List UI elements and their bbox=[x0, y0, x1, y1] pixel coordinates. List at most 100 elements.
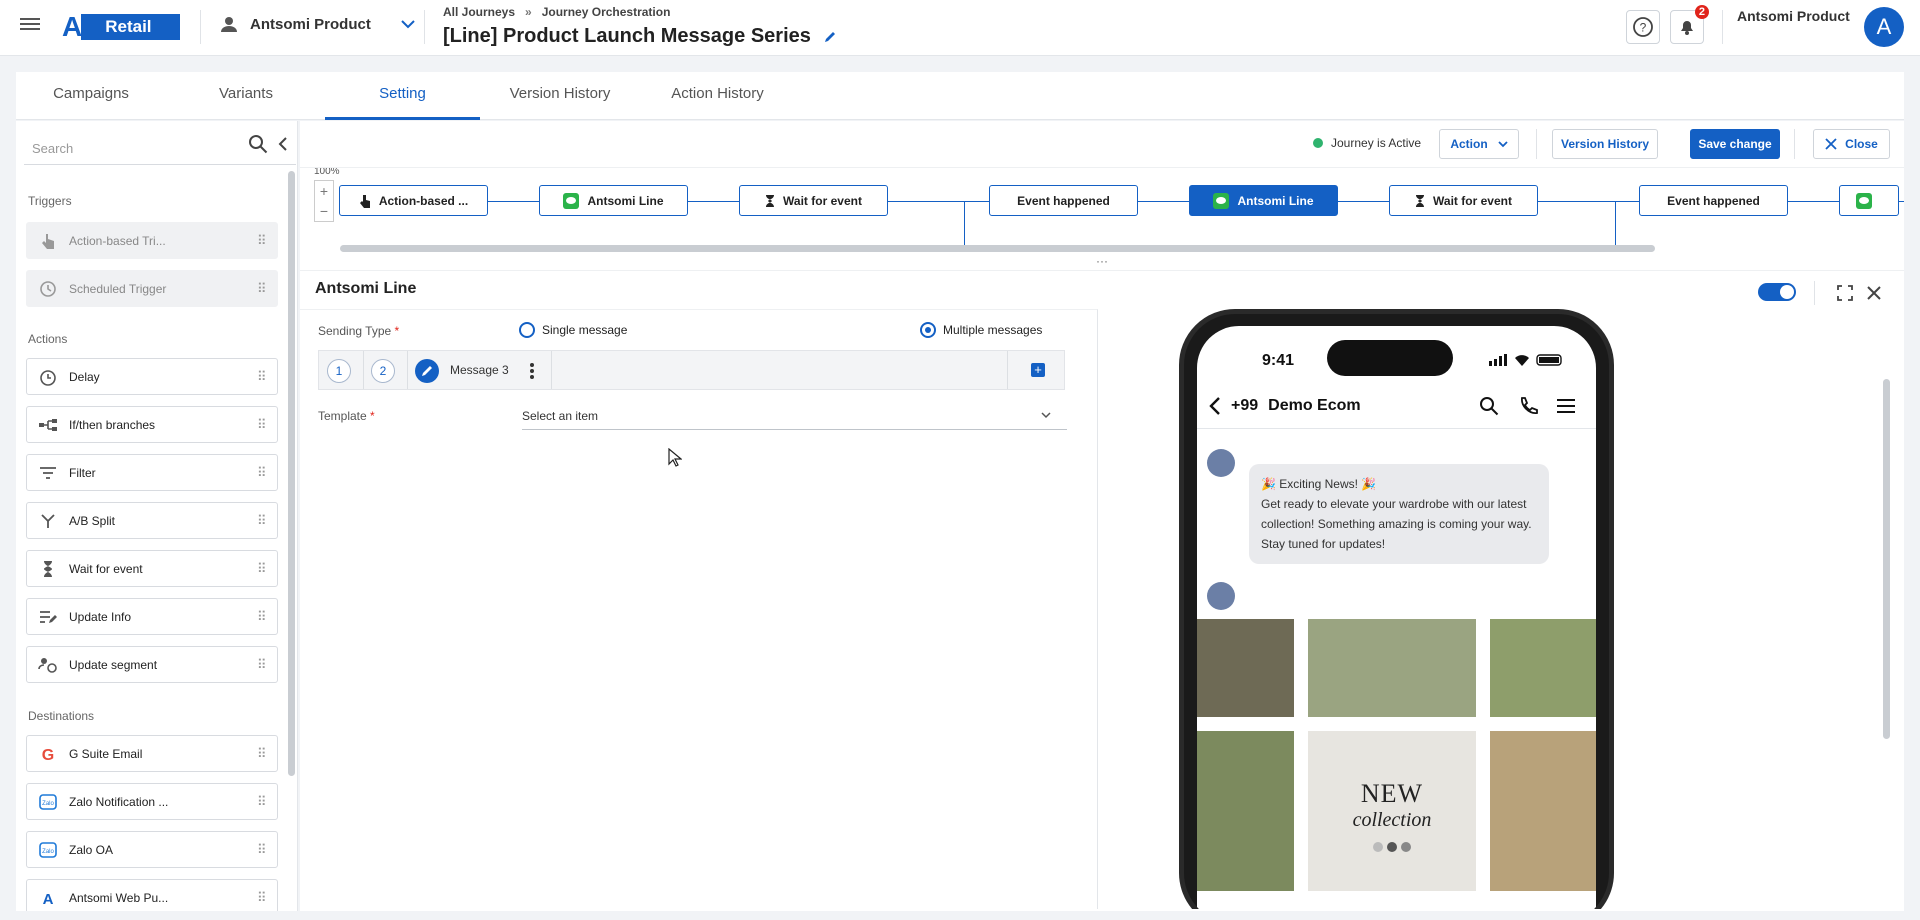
close-icon[interactable] bbox=[1866, 285, 1882, 301]
more-vertical-icon[interactable] bbox=[529, 362, 535, 380]
sidebar-item-update-segment[interactable]: Update segment ⠿ bbox=[26, 646, 278, 683]
drag-handle-icon[interactable]: ⠿ bbox=[257, 417, 277, 433]
help-button[interactable]: ? bbox=[1626, 10, 1660, 44]
carousel-dots[interactable] bbox=[1308, 840, 1476, 855]
drag-handle-icon[interactable]: ⠿ bbox=[257, 281, 277, 297]
back-arrow-icon[interactable] bbox=[1209, 396, 1221, 415]
journey-canvas[interactable]: 100% + − Action-based ... Antsomi Line Wa… bbox=[300, 167, 1904, 257]
node-label: Antsomi Line bbox=[587, 193, 664, 208]
sidebar-item-label: Update Info bbox=[69, 609, 132, 624]
search-icon[interactable] bbox=[1479, 396, 1499, 416]
sidebar-item-zalo-notification[interactable]: Zalo Zalo Notification ... ⠿ bbox=[26, 783, 278, 820]
sidebar-item-filter[interactable]: Filter ⠿ bbox=[26, 454, 278, 491]
message-tab-3-active[interactable] bbox=[415, 359, 439, 383]
section-destinations: Destinations bbox=[28, 709, 95, 723]
canvas-scrollbar[interactable] bbox=[340, 245, 1655, 252]
node-event-happened-1[interactable]: Event happened bbox=[989, 185, 1138, 216]
version-history-button[interactable]: Version History bbox=[1552, 129, 1658, 159]
action-dropdown[interactable]: Action bbox=[1439, 129, 1519, 159]
drag-handle-icon[interactable]: ⠿ bbox=[257, 794, 277, 810]
search-icon[interactable] bbox=[248, 134, 268, 154]
multiple-messages-radio[interactable]: Multiple messages bbox=[920, 322, 1042, 338]
divider bbox=[200, 10, 201, 44]
hand-pointer-icon bbox=[27, 232, 69, 250]
tab-setting[interactable]: Setting bbox=[325, 72, 480, 120]
sidebar-item-update-info[interactable]: Update Info ⠿ bbox=[26, 598, 278, 635]
drag-handle-icon[interactable]: ⠿ bbox=[257, 746, 277, 762]
sidebar-scrollbar[interactable] bbox=[288, 171, 295, 776]
divider bbox=[424, 10, 425, 44]
dynamic-island bbox=[1327, 340, 1453, 376]
node-antsomi-line-2[interactable]: Antsomi Line bbox=[1189, 185, 1338, 216]
zoom-out-button[interactable]: − bbox=[315, 201, 333, 221]
menu-icon[interactable] bbox=[1556, 398, 1576, 414]
node-antsomi-line-1[interactable]: Antsomi Line bbox=[539, 185, 688, 216]
brand-logo[interactable]: A Retail bbox=[62, 11, 180, 42]
node-event-happened-2[interactable]: Event happened bbox=[1639, 185, 1788, 216]
avatar[interactable]: A bbox=[1864, 7, 1904, 47]
zalo-icon: Zalo bbox=[27, 841, 69, 859]
drag-handle-icon[interactable]: ⠿ bbox=[257, 513, 277, 529]
sidebar-item-if-then-branches[interactable]: If/then branches ⠿ bbox=[26, 406, 278, 443]
sidebar-item-g-suite-email[interactable]: G G Suite Email ⠿ bbox=[26, 735, 278, 772]
sidebar-item-wait-for-event[interactable]: Wait for event ⠿ bbox=[26, 550, 278, 587]
drag-handle-icon[interactable]: ⠿ bbox=[257, 657, 277, 673]
message-tab-2[interactable]: 2 bbox=[371, 359, 395, 383]
pencil-icon[interactable] bbox=[823, 30, 837, 44]
notification-button[interactable]: 2 bbox=[1670, 5, 1709, 44]
drag-handle-icon[interactable]: ⠿ bbox=[257, 561, 277, 577]
close-button[interactable]: Close bbox=[1813, 129, 1890, 159]
menu-icon[interactable] bbox=[20, 15, 40, 33]
node-wait-for-event-2[interactable]: Wait for event bbox=[1389, 185, 1538, 216]
tab-campaigns[interactable]: Campaigns bbox=[16, 72, 166, 120]
node-enable-toggle[interactable] bbox=[1758, 283, 1796, 301]
zoom-in-button[interactable]: + bbox=[315, 181, 333, 201]
line-icon bbox=[563, 192, 580, 209]
message-tab-1[interactable]: 1 bbox=[327, 359, 351, 383]
tab-bar: Campaigns Variants Setting Version Histo… bbox=[16, 72, 1904, 120]
drag-handle-icon[interactable]: ⠿ bbox=[257, 233, 277, 249]
breadcrumb-journey-orchestration[interactable]: Journey Orchestration bbox=[542, 5, 671, 19]
sidebar-item-antsomi-web-push[interactable]: A Antsomi Web Pu... ⠿ bbox=[26, 879, 278, 911]
add-message-button[interactable]: + bbox=[1031, 363, 1045, 377]
drag-handle-icon[interactable]: ⠿ bbox=[257, 890, 277, 906]
node-label: Action-based ... bbox=[378, 193, 469, 208]
drag-handle-icon[interactable]: ⠿ bbox=[257, 609, 277, 625]
drag-handle-icon[interactable]: ⠿ bbox=[257, 369, 277, 385]
drag-handle-icon[interactable]: ⠿ bbox=[257, 842, 277, 858]
sidebar-item-label: Action-based Tri... bbox=[69, 233, 166, 248]
sidebar-item-delay[interactable]: Delay ⠿ bbox=[26, 358, 278, 395]
single-message-radio[interactable]: Single message bbox=[519, 322, 627, 338]
resize-handle[interactable]: ··· bbox=[300, 255, 1904, 271]
node-sidebar: Search Triggers Action-based Tri... ⠿ Sch… bbox=[16, 121, 298, 911]
zoom-controls[interactable]: + − bbox=[314, 180, 334, 222]
sidebar-item-action-based-trigger[interactable]: Action-based Tri... ⠿ bbox=[26, 222, 278, 259]
tab-action-history[interactable]: Action History bbox=[640, 72, 795, 120]
node-label: Wait for event bbox=[783, 193, 862, 208]
portal-selector[interactable]: Antsomi Product bbox=[220, 15, 415, 33]
collapse-sidebar-icon[interactable] bbox=[278, 137, 288, 151]
sidebar-item-zalo-oa[interactable]: Zalo Zalo OA ⠿ bbox=[26, 831, 278, 868]
branch-line bbox=[964, 201, 965, 246]
sidebar-item-scheduled-trigger[interactable]: Scheduled Trigger ⠿ bbox=[26, 270, 278, 307]
breadcrumb-all-journeys[interactable]: All Journeys bbox=[443, 5, 515, 19]
preview-scrollbar[interactable] bbox=[1883, 379, 1890, 739]
bell-icon bbox=[1681, 21, 1693, 35]
phone-call-icon[interactable] bbox=[1518, 396, 1538, 416]
template-select[interactable]: Select an item bbox=[522, 402, 1067, 430]
divider bbox=[1794, 129, 1795, 159]
save-button[interactable]: Save change bbox=[1690, 129, 1780, 159]
tab-variants[interactable]: Variants bbox=[166, 72, 326, 120]
sidebar-item-label: If/then branches bbox=[69, 417, 156, 432]
node-wait-for-event-1[interactable]: Wait for event bbox=[739, 185, 888, 216]
node-partial[interactable] bbox=[1839, 185, 1899, 216]
node-action-based-trigger[interactable]: Action-based ... bbox=[339, 185, 488, 216]
expand-icon[interactable] bbox=[1837, 285, 1853, 301]
svg-text:Zalo: Zalo bbox=[42, 801, 54, 807]
tab-version-history[interactable]: Version History bbox=[480, 72, 640, 120]
sidebar-item-label: G Suite Email bbox=[69, 746, 143, 761]
carousel-image bbox=[1197, 619, 1294, 717]
drag-handle-icon[interactable]: ⠿ bbox=[257, 465, 277, 481]
sidebar-item-ab-split[interactable]: A/B Split ⠿ bbox=[26, 502, 278, 539]
mouse-cursor-icon bbox=[668, 448, 682, 467]
